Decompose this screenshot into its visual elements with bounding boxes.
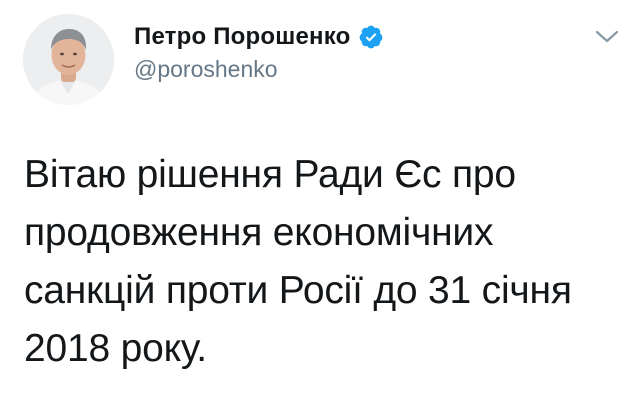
tweet-text: Вітаю рішення Ради Єс про продовження ек… (24, 153, 583, 370)
author-avatar[interactable] (23, 14, 114, 105)
author-display-name[interactable]: Петро Порошенко (134, 23, 350, 51)
chevron-down-icon[interactable] (594, 28, 620, 46)
verified-badge-icon (358, 24, 384, 50)
author-handle[interactable]: @poroshenko (134, 56, 278, 83)
avatar-image (23, 14, 114, 105)
author-name-row[interactable]: Петро Порошенко (134, 22, 384, 52)
tweet-card: Петро Порошенко @poroshenko Вітаю рішенн… (0, 0, 640, 411)
